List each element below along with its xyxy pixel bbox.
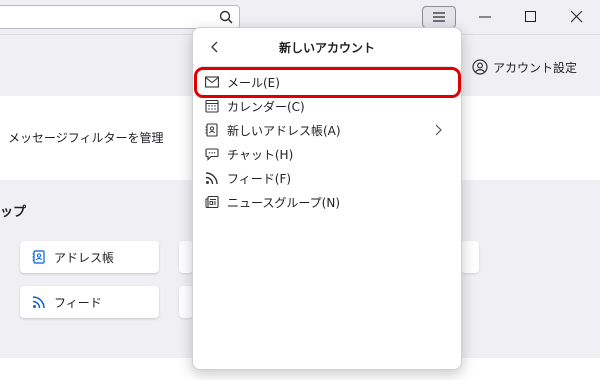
account-settings-link[interactable]: アカウント設定 (472, 58, 577, 76)
chat-icon (204, 146, 220, 162)
close-button[interactable] (554, 0, 600, 34)
card-label: アドレス帳 (54, 250, 115, 265)
popup-title: 新しいアカウント (278, 41, 375, 55)
address-book-icon (32, 250, 45, 264)
menu-item-label: ニュースグループ(N) (227, 195, 341, 210)
card-partial[interactable] (461, 241, 479, 273)
menu-item-feed[interactable]: フィード(F) (199, 166, 457, 190)
feed-icon (32, 296, 45, 309)
highlight-annotation (194, 67, 461, 98)
close-icon (571, 11, 583, 23)
chevron-right-icon (435, 124, 442, 136)
address-book-icon (204, 122, 220, 138)
account-settings-label: アカウント設定 (493, 60, 578, 75)
maximize-button[interactable] (508, 0, 554, 34)
calendar-icon (204, 98, 220, 114)
maximize-icon (525, 11, 536, 22)
menu-item-newsgroup[interactable]: ニュースグループ(N) (199, 190, 457, 214)
card-partial[interactable] (179, 286, 193, 318)
newsgroup-icon (204, 194, 220, 210)
card-partial[interactable] (179, 241, 193, 273)
feed-icon (204, 170, 220, 186)
menu-item-label: フィード(F) (227, 171, 292, 186)
menu-item-label: 新しいアドレス帳(A) (227, 123, 341, 138)
address-book-card[interactable]: アドレス帳 (20, 241, 159, 273)
popup-header: 新しいアカウント (193, 28, 461, 66)
menu-item-new-address-book[interactable]: 新しいアドレス帳(A) (199, 118, 457, 142)
chevron-left-icon (211, 41, 218, 53)
search-input[interactable] (0, 5, 240, 29)
menu-item-label: チャット(H) (227, 147, 294, 162)
hamburger-menu-icon (433, 12, 445, 22)
card-label: フィード (54, 295, 102, 310)
minimize-icon (479, 16, 491, 18)
section-title: ップ (0, 205, 27, 220)
app-menu-button[interactable] (422, 6, 456, 28)
menu-item-label: カレンダー(C) (227, 99, 305, 114)
menu-item-chat[interactable]: チャット(H) (199, 142, 457, 166)
search-icon[interactable] (219, 10, 233, 24)
account-icon (472, 59, 488, 75)
minimize-button[interactable] (462, 0, 508, 34)
back-button[interactable] (205, 37, 225, 57)
manage-filters-link[interactable]: メッセージフィルターを管理 (8, 129, 164, 146)
feed-card[interactable]: フィード (20, 286, 159, 318)
